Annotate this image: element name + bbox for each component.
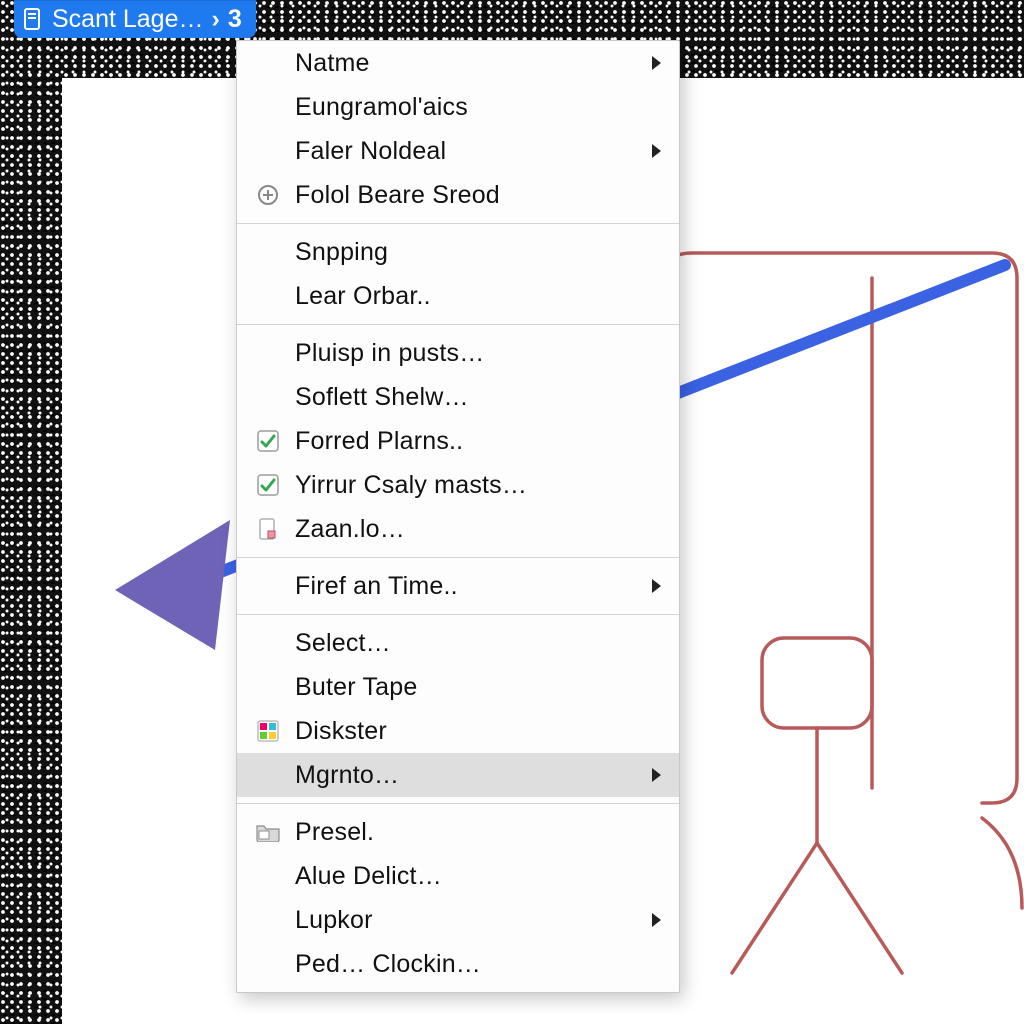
check-icon [255, 428, 281, 454]
menu-item-faler-noldeal[interactable]: Faler Noldeal [237, 129, 679, 173]
menu-item-label: Pluisp in pusts… [295, 339, 484, 368]
menu-item-folol-beare-sreod[interactable]: Folol Beare Sreod [237, 173, 679, 217]
menu-item-label: Soflett Shelw… [295, 383, 469, 412]
menu-item-soflett-shelw[interactable]: Soflett Shelw… [237, 375, 679, 419]
menu-item-label: Alue Delict… [295, 862, 442, 891]
menu-item-label: Faler Noldeal [295, 137, 446, 166]
menu-item-natme[interactable]: Natme [237, 41, 679, 85]
menu-separator [237, 803, 679, 804]
menu-separator [237, 557, 679, 558]
menu-item-label: Eungramol'aics [295, 93, 468, 122]
menu-item-label: Firef an Time.. [295, 572, 458, 601]
menu-item-firef-an-time[interactable]: Firef an Time.. [237, 564, 679, 608]
menu-item-label: Yirrur Csaly masts… [295, 471, 527, 500]
menu-item-buter-tape[interactable]: Buter Tape [237, 665, 679, 709]
menu-item-zaan-lo[interactable]: Zaan.lo… [237, 507, 679, 551]
menu-item-label: Buter Tape [295, 673, 417, 702]
menu-item-diskster[interactable]: Diskster [237, 709, 679, 753]
menu-item-label: Folol Beare Sreod [295, 181, 500, 210]
submenu-arrow-icon [652, 913, 661, 927]
menu-item-label: Zaan.lo… [295, 515, 405, 544]
menu-item-select[interactable]: Select… [237, 621, 679, 665]
submenu-arrow-icon [652, 768, 661, 782]
menu-item-pluisp-in-pusts[interactable]: Pluisp in pusts… [237, 331, 679, 375]
menu-item-label: Forred Plarns.. [295, 427, 463, 456]
menu-item-lear-orbar[interactable]: Lear Orbar.. [237, 274, 679, 318]
menu-item-label: Mgrnto… [295, 761, 399, 790]
menu-item-presel[interactable]: Presel. [237, 810, 679, 854]
menu-separator [237, 223, 679, 224]
menu-item-label: Snpping [295, 238, 388, 267]
breadcrumb-count: 3 [228, 5, 242, 34]
submenu-arrow-icon [652, 56, 661, 70]
menu-item-mgrnto[interactable]: Mgrnto… [237, 753, 679, 797]
menu-item-label: Lear Orbar.. [295, 282, 431, 311]
check-icon [255, 472, 281, 498]
menu-item-yirrur-csaly-masts[interactable]: Yirrur Csaly masts… [237, 463, 679, 507]
menu-item-label: Diskster [295, 717, 387, 746]
doc-icon [255, 516, 281, 542]
breadcrumb-title: Scant Lage… [52, 5, 204, 34]
menu-item-forred-plarns[interactable]: Forred Plarns.. [237, 419, 679, 463]
chevron-right-icon: › [212, 5, 220, 34]
menu-item-label: Presel. [295, 818, 374, 847]
swatch-icon [255, 718, 281, 744]
context-menu[interactable]: Natme Eungramol'aics Faler Noldeal Folol Be… [236, 40, 680, 993]
menu-separator [237, 324, 679, 325]
menu-item-label: Select… [295, 629, 391, 658]
breadcrumb[interactable]: Scant Lage… › 3 [14, 0, 256, 38]
submenu-arrow-icon [652, 579, 661, 593]
menu-item-lupkor[interactable]: Lupkor [237, 898, 679, 942]
menu-item-eungramol-aics[interactable]: Eungramol'aics [237, 85, 679, 129]
menu-item-label: Natme [295, 49, 370, 78]
document-icon [24, 8, 42, 30]
menu-item-alue-delict[interactable]: Alue Delict… [237, 854, 679, 898]
menu-item-label: Lupkor [295, 906, 373, 935]
menu-separator [237, 614, 679, 615]
submenu-arrow-icon [652, 144, 661, 158]
folder-icon [255, 819, 281, 845]
menu-item-ped-clockin[interactable]: Ped… Clockin… [237, 942, 679, 986]
menu-item-snpping[interactable]: Snpping [237, 230, 679, 274]
plus-circle-icon [255, 182, 281, 208]
menu-item-label: Ped… Clockin… [295, 950, 481, 979]
